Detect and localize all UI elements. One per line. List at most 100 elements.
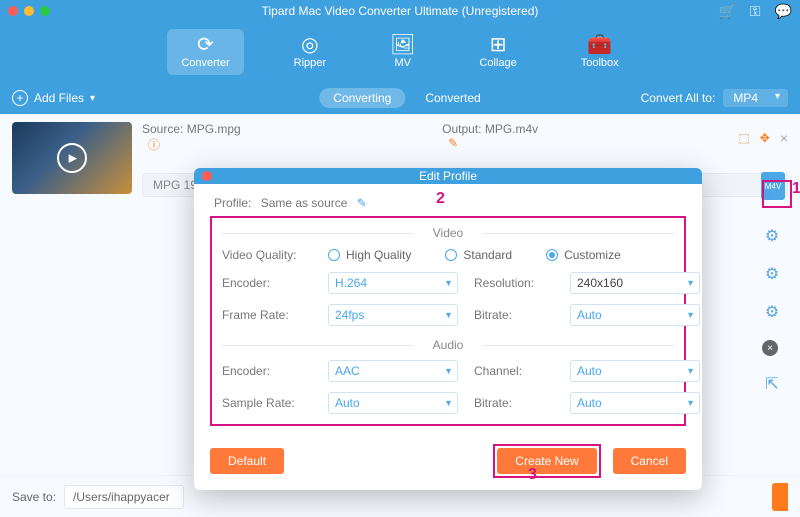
tab-converted[interactable]: Converted	[425, 91, 480, 105]
source-output-line: Source: MPG.mpg ⓘ Output: MPG.m4v ✎ ⬚ ✥ …	[142, 122, 788, 153]
create-new-button[interactable]: Create New	[497, 448, 596, 474]
video-bitrate-label: Bitrate:	[474, 308, 554, 322]
cancel-button[interactable]: Cancel	[613, 448, 686, 474]
profile-label: Profile:	[214, 196, 251, 210]
source-value: MPG.mpg	[187, 122, 241, 136]
nav-label: Toolbox	[581, 57, 619, 69]
profile-line: Profile: Same as source ✎	[214, 196, 686, 210]
video-encoder-label: Encoder:	[222, 276, 312, 290]
nav-ripper[interactable]: ◎ Ripper	[280, 29, 340, 75]
image-icon: 🖼	[390, 35, 415, 55]
plus-icon: +	[12, 90, 28, 106]
clip-row-text: MPG 19	[153, 178, 197, 192]
radio-high-quality[interactable]: High Quality	[328, 248, 411, 262]
save-to-label: Save to:	[12, 490, 56, 504]
modal-titlebar: Edit Profile	[194, 168, 702, 184]
gear-icon[interactable]: ⚙	[762, 264, 782, 284]
titlebar: Tipard Mac Video Converter Ultimate (Unr…	[0, 0, 800, 22]
output-format-select[interactable]: MP4	[723, 89, 788, 107]
gear-icon[interactable]: ⚙	[767, 184, 787, 204]
video-thumbnail[interactable]: ▶	[12, 122, 132, 194]
play-icon: ▶	[69, 152, 77, 165]
video-resolution-select[interactable]: 240x160	[570, 272, 700, 294]
output-label: Output:	[442, 122, 481, 136]
traffic-lights	[8, 6, 50, 16]
dropdown-value: 240x160	[577, 276, 623, 290]
side-toolbar: ⚙ 1 ⚙ ⚙ ⚙ × ⇱	[762, 180, 792, 394]
video-bitrate-select[interactable]: Auto	[570, 304, 700, 326]
remove-item-icon[interactable]: ×	[780, 130, 788, 146]
annotation-1-box: ⚙ 1	[762, 180, 792, 208]
gear-icon[interactable]: ⚙	[762, 226, 782, 246]
video-section-header: Video	[222, 226, 674, 240]
nav-label: Converter	[181, 57, 229, 69]
dropdown-value: Auto	[577, 308, 602, 322]
dropdown-value: Auto	[577, 396, 602, 410]
radio-label: High Quality	[346, 248, 411, 262]
toolbox-icon: 🧰	[587, 35, 612, 55]
add-files-button[interactable]: + Add Files ▾	[12, 90, 95, 106]
convert-button-edge[interactable]	[772, 483, 788, 511]
minimize-window[interactable]	[24, 6, 34, 16]
close-icon[interactable]: ×	[762, 340, 778, 356]
nav-label: MV	[394, 57, 411, 69]
dropdown-value: H.264	[335, 276, 367, 290]
tab-converting[interactable]: Converting	[319, 88, 405, 108]
save-path-field[interactable]: /Users/ihappyacer	[64, 485, 184, 509]
profile-value: Same as source	[261, 196, 348, 210]
enhance-icon[interactable]: ✥	[760, 131, 770, 145]
video-framerate-label: Frame Rate:	[222, 308, 312, 322]
radio-customize[interactable]: Customize	[546, 248, 621, 262]
audio-encoder-select[interactable]: AAC	[328, 360, 458, 382]
dropdown-value: Auto	[577, 364, 602, 378]
audio-samplerate-label: Sample Rate:	[222, 396, 312, 410]
nav-mv[interactable]: 🖼 MV	[376, 29, 429, 75]
audio-channel-select[interactable]: Auto	[570, 360, 700, 382]
convert-all-to-label: Convert All to:	[641, 91, 716, 105]
grid-icon: ⊞	[490, 35, 507, 55]
nav-label: Ripper	[294, 57, 326, 69]
audio-section-header: Audio	[222, 338, 674, 352]
edit-profile-modal: Edit Profile Profile: Same as source ✎ V…	[194, 168, 702, 490]
annotation-2: 2	[436, 190, 445, 208]
nav-collage[interactable]: ⊞ Collage	[465, 29, 530, 75]
modal-close-dot[interactable]	[202, 171, 212, 181]
modal-footer: Default Create New Cancel	[194, 436, 702, 490]
nav-toolbox[interactable]: 🧰 Toolbox	[567, 29, 633, 75]
nav-converter[interactable]: ⟳ Converter	[167, 29, 243, 75]
key-icon[interactable]: ⚿	[750, 3, 761, 20]
pencil-icon[interactable]: ✎	[357, 196, 367, 210]
target-icon: ◎	[301, 35, 318, 55]
video-encoder-select[interactable]: H.264	[328, 272, 458, 294]
edit-output-icon[interactable]: ✎	[448, 136, 458, 150]
dropdown-value: AAC	[335, 364, 360, 378]
gear-icon[interactable]: ⚙	[762, 302, 782, 322]
compress-icon[interactable]: ⬚	[738, 131, 749, 145]
zoom-window[interactable]	[40, 6, 50, 16]
annotation-3-box: Create New	[493, 444, 600, 478]
window-title: Tipard Mac Video Converter Ultimate (Unr…	[262, 4, 539, 18]
info-icon[interactable]: ⓘ	[148, 138, 160, 152]
refresh-icon: ⟳	[197, 35, 214, 55]
dropdown-value: 24fps	[335, 308, 364, 322]
video-quality-label: Video Quality:	[222, 248, 312, 262]
feedback-icon[interactable]: 💬	[775, 3, 792, 20]
add-files-label: Add Files	[34, 91, 84, 105]
audio-bitrate-label: Bitrate:	[474, 396, 554, 410]
close-window[interactable]	[8, 6, 18, 16]
export-icon[interactable]: ⇱	[762, 374, 782, 394]
audio-channel-label: Channel:	[474, 364, 554, 378]
annotation-3: 3	[528, 466, 537, 484]
audio-bitrate-select[interactable]: Auto	[570, 392, 700, 414]
cart-icon[interactable]: 🛒	[718, 3, 735, 20]
default-button[interactable]: Default	[210, 448, 284, 474]
radio-label: Standard	[463, 248, 512, 262]
nav-label: Collage	[479, 57, 516, 69]
radio-label: Customize	[564, 248, 621, 262]
audio-samplerate-select[interactable]: Auto	[328, 392, 458, 414]
radio-standard[interactable]: Standard	[445, 248, 512, 262]
video-framerate-select[interactable]: 24fps	[328, 304, 458, 326]
audio-encoder-label: Encoder:	[222, 364, 312, 378]
output-value: MPG.m4v	[485, 122, 538, 136]
secondary-toolbar: + Add Files ▾ Converting Converted Conve…	[0, 82, 800, 114]
